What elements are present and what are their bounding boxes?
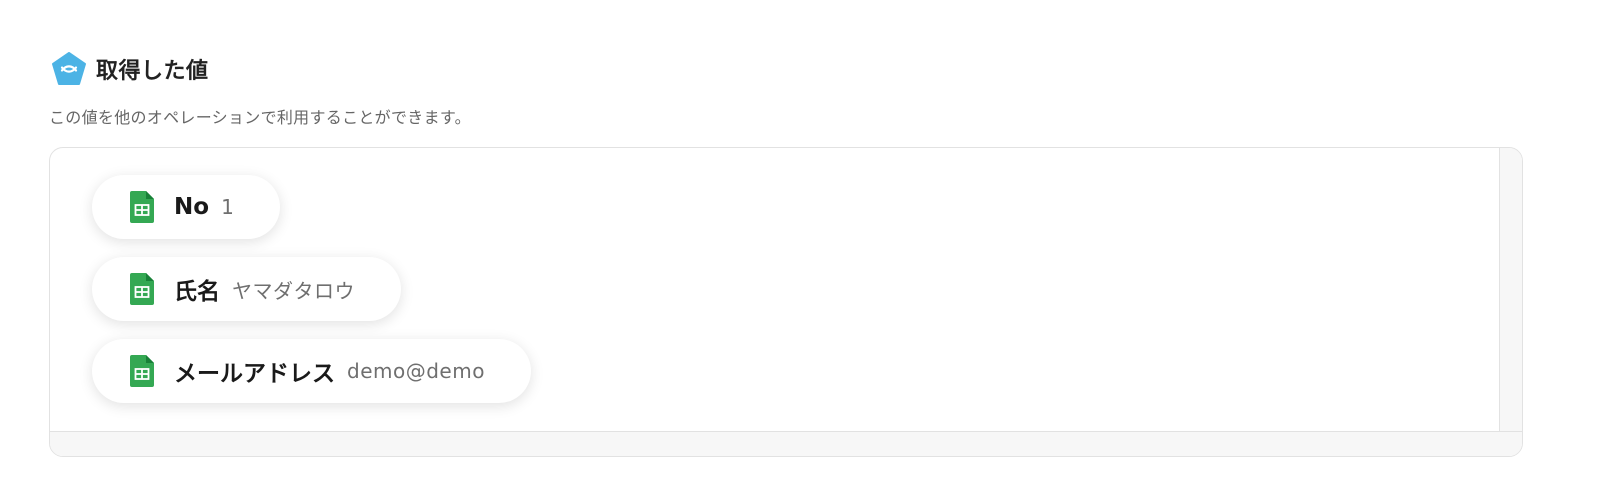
google-sheets-icon [130, 273, 154, 305]
output-label: 氏名 [174, 279, 220, 305]
section-header: 取得した値 [51, 51, 209, 87]
output-value: ヤマダタロウ [232, 278, 355, 303]
output-chip-name[interactable]: 氏名 ヤマダタロウ [92, 257, 401, 321]
output-value: 1 [221, 195, 235, 219]
output-value-list: No 1 氏名 ヤマダタロウ メールアドレス demo@demo [92, 175, 531, 403]
section-title: 取得した値 [96, 59, 209, 84]
output-chip-no[interactable]: No 1 [92, 175, 281, 239]
horizontal-scrollbar[interactable] [50, 431, 1522, 456]
output-value: demo@demo [347, 359, 485, 383]
output-values-panel: No 1 氏名 ヤマダタロウ メールアドレス demo@demo [49, 147, 1523, 457]
google-sheets-icon [130, 355, 154, 387]
pentagon-x-icon [52, 52, 86, 85]
section-description: この値を他のオペレーションで利用することができます。 [49, 108, 471, 127]
google-sheets-icon [130, 191, 154, 223]
output-chip-email[interactable]: メールアドレス demo@demo [92, 339, 531, 403]
output-label: メールアドレス [174, 361, 335, 387]
vertical-scrollbar[interactable] [1499, 148, 1522, 456]
output-label: No [174, 194, 210, 220]
